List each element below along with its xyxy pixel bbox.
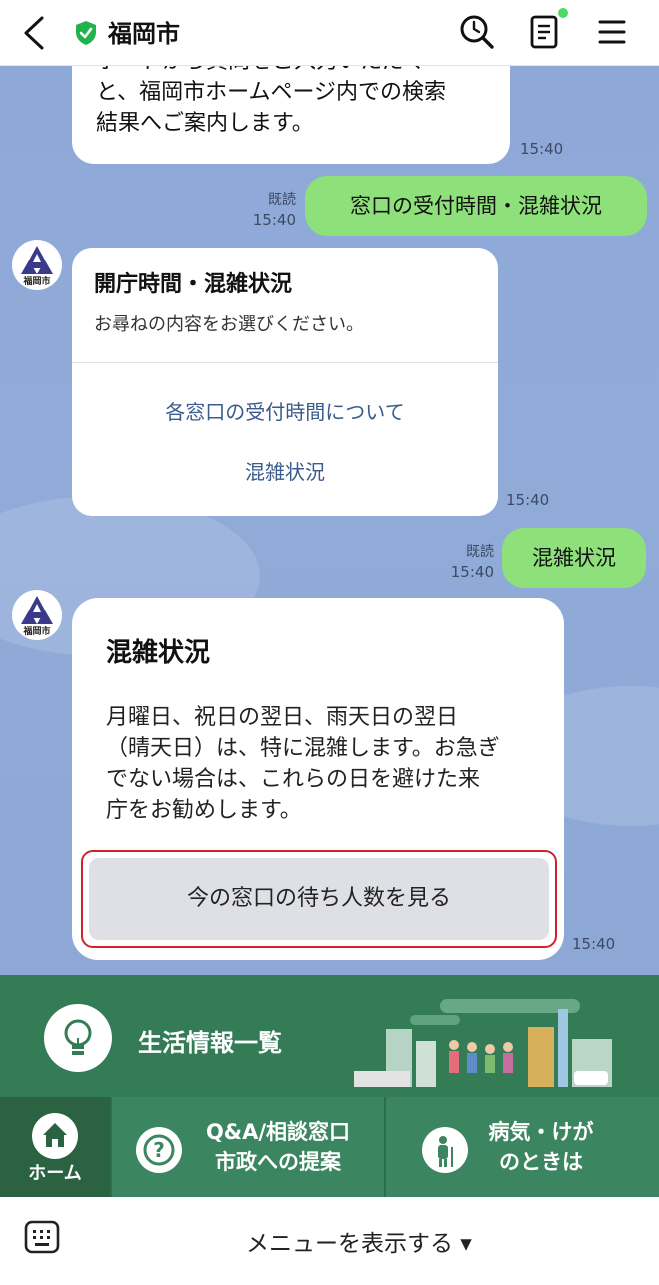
message-text: 混雑状況 [532, 546, 616, 570]
rich-menu-tabs: ホーム ? Q&A/相談窓口 市政への提案 病気・けが のときは [0, 1097, 659, 1197]
verified-shield-icon [76, 21, 96, 45]
body-line: 庁をお勧めします。 [106, 798, 302, 823]
back-icon[interactable] [18, 14, 50, 52]
read-receipt: 既読 15:40 [244, 190, 296, 230]
avatar-label: 福岡市 [23, 627, 51, 637]
read-label: 既読 [268, 192, 296, 208]
read-label: 既読 [466, 544, 494, 560]
search-icon[interactable] [456, 12, 496, 52]
body-line: でない場合は、これらの日を避けた来 [106, 767, 481, 792]
show-menu-toggle[interactable]: メニューを表示する ▾ [246, 1224, 472, 1258]
message-line: ボードから質問をご入力いただく [96, 66, 446, 77]
message-time: 15:40 [450, 563, 494, 581]
living-info-label: 生活情報一覧 [138, 1029, 282, 1057]
body-line: （晴天日）は、特に混雑します。お急ぎ [106, 736, 500, 761]
bottom-bar: メニューを表示する ▾ [0, 1197, 659, 1285]
tab-qa-consultation[interactable]: ? Q&A/相談窓口 市政への提案 [112, 1097, 384, 1197]
view-waiting-count-button[interactable]: 今の窓口の待ち人数を見る [89, 858, 549, 940]
card-title: 混雑状況 [106, 638, 211, 668]
message-text: 窓口の受付時間・混雑状況 [350, 194, 602, 218]
sick-label: 病気・けが のときは [466, 1117, 616, 1177]
tab-home[interactable]: ホーム [0, 1097, 110, 1197]
question-icon: ? [136, 1127, 182, 1173]
chat-area[interactable]: ボードから質問をご入力いただく と、福岡市ホームページ内での検索 結果へご案内し… [0, 66, 659, 975]
bot-avatar[interactable]: 福岡市 [12, 240, 62, 290]
app-header: 福岡市 [0, 0, 659, 66]
home-label: ホーム [28, 1163, 82, 1184]
body-line: 月曜日、祝日の翌日、雨天日の翌日 [106, 705, 459, 730]
option-reception-hours[interactable]: 各窓口の受付時間について [72, 396, 498, 425]
bot-message-bubble: ボードから質問をご入力いただく と、福岡市ホームページ内での検索 結果へご案内し… [72, 66, 510, 164]
qa-label-line: 市政への提案 [215, 1150, 341, 1174]
bot-card: 開庁時間・混雑状況 お尋ねの内容をお選びください。 各窓口の受付時間について 混… [72, 248, 498, 516]
notes-icon[interactable] [524, 12, 564, 52]
message-line: 結果へご案内します。 [96, 111, 314, 136]
message-time: 15:40 [572, 935, 616, 953]
sick-label-line: のときは [499, 1150, 583, 1174]
city-illustration [354, 999, 612, 1087]
message-time: 15:40 [506, 491, 550, 509]
bot-avatar[interactable]: 福岡市 [12, 590, 62, 640]
user-message-bubble: 窓口の受付時間・混雑状況 [305, 176, 647, 236]
patient-icon [422, 1127, 468, 1173]
hamburger-menu-icon[interactable] [592, 12, 632, 52]
keyboard-icon[interactable] [24, 1219, 60, 1255]
tab-illness-injury[interactable]: 病気・けが のときは [386, 1097, 659, 1197]
option-congestion[interactable]: 混雑状況 [72, 456, 498, 485]
message-time: 15:40 [520, 140, 564, 158]
user-message-bubble: 混雑状況 [502, 528, 646, 588]
home-icon [32, 1113, 78, 1159]
card-subtitle: お尋ねの内容をお選びください。 [94, 314, 364, 335]
qa-label: Q&A/相談窓口 市政への提案 [188, 1117, 368, 1177]
message-line: と、福岡市ホームページ内での検索 [96, 80, 447, 105]
avatar-label: 福岡市 [23, 277, 51, 287]
chat-title: 福岡市 [108, 20, 180, 48]
sick-label-line: 病気・けが [488, 1120, 594, 1144]
divider [72, 362, 498, 363]
rich-menu-banner[interactable]: 生活情報一覧 [0, 975, 659, 1097]
message-text: ボードから質問をご入力いただく と、福岡市ホームページ内での検索 結果へご案内し… [96, 66, 446, 139]
svg-text:?: ? [153, 1138, 165, 1162]
bot-card: 混雑状況 月曜日、祝日の翌日、雨天日の翌日 （晴天日）は、特に混雑します。お急ぎ… [72, 598, 564, 960]
lightbulb-icon [44, 1004, 112, 1072]
card-body: 月曜日、祝日の翌日、雨天日の翌日 （晴天日）は、特に混雑します。お急ぎ でない場… [106, 702, 500, 826]
read-receipt: 既読 15:40 [442, 542, 494, 582]
message-time: 15:40 [252, 211, 296, 229]
highlight-frame: 今の窓口の待ち人数を見る [81, 850, 557, 948]
qa-label-line: Q&A/相談窓口 [205, 1120, 351, 1144]
card-title: 開庁時間・混雑状況 [94, 272, 293, 297]
notification-dot [558, 8, 568, 18]
